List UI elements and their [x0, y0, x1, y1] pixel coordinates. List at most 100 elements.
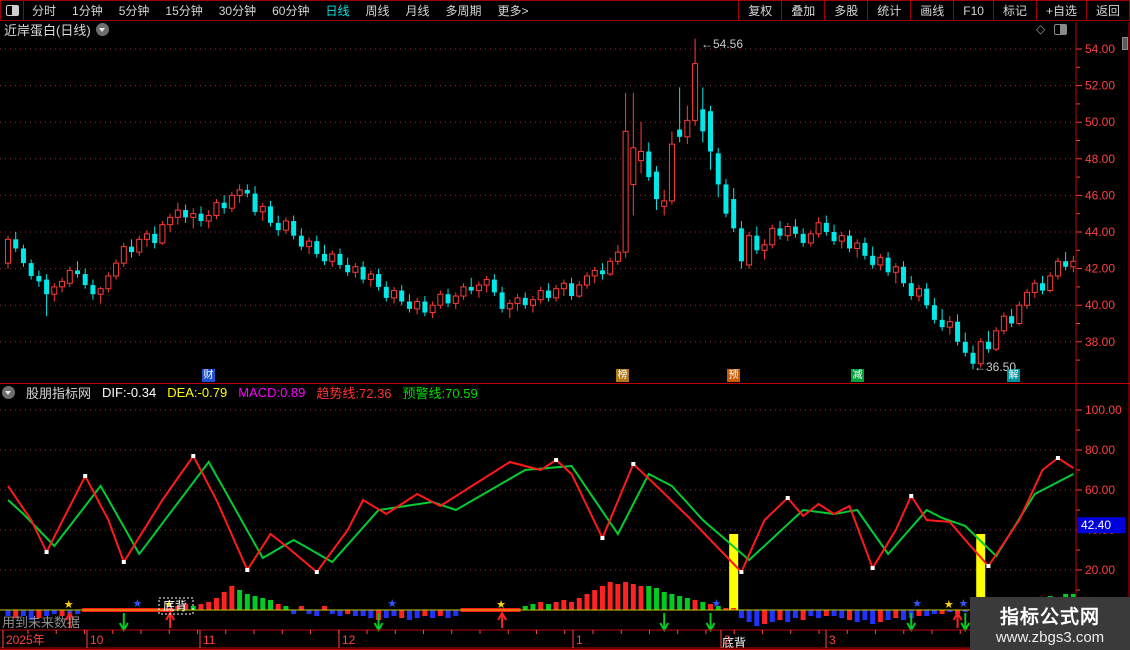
indicator-value: 预警线:70.59	[402, 385, 478, 401]
blue-star-icon: ★	[387, 598, 397, 610]
diamond-icon[interactable]: ◇	[1036, 23, 1045, 36]
yellow-star-icon: ★	[944, 599, 954, 611]
turn-marker	[785, 496, 790, 500]
divergence-label: 底背	[163, 598, 187, 613]
button-统计[interactable]: 统计	[867, 1, 910, 20]
blue-star-icon: ★	[912, 598, 922, 610]
tab-周线[interactable]: 周线	[357, 2, 397, 19]
month-label: 1	[576, 633, 583, 647]
button-画线[interactable]: 画线	[910, 1, 953, 20]
month-label: 2	[724, 633, 731, 647]
blue-star-icon: ★	[133, 598, 143, 610]
chevron-down-icon[interactable]	[95, 23, 109, 36]
watermark-logo: 指标公式网 www.zbgs3.com	[970, 597, 1130, 650]
turn-marker	[631, 462, 636, 466]
up-arrow-icon	[165, 610, 175, 628]
period-tabs: 分时 1分钟 5分钟 15分钟 30分钟 60分钟 日线 周线 月线 多周期 更多>	[24, 1, 537, 20]
event-badge[interactable]: 榜	[616, 369, 629, 382]
down-arrow-icon	[659, 613, 670, 633]
logo-title: 指标公式网	[999, 606, 1100, 628]
tab-日线[interactable]: 日线	[317, 2, 357, 19]
turn-marker	[986, 564, 991, 568]
indicator-value: MACD:0.89	[238, 384, 306, 400]
month-label: 11	[203, 633, 216, 647]
scrollbar-handle[interactable]	[1122, 37, 1128, 50]
button-F10[interactable]: F10	[953, 1, 993, 20]
current-value-text: 42.40	[1081, 518, 1111, 532]
down-arrow-icon	[906, 613, 917, 633]
event-badge[interactable]: 减	[851, 369, 864, 382]
indicator-axis: 20.0040.0060.0080.00100.00	[1076, 403, 1122, 591]
svg-text:42.00: 42.00	[1085, 262, 1115, 276]
indicator-value: 股朋指标网	[26, 385, 92, 401]
toolbar-right-buttons: 复权 叠加 多股 统计 画线 F10 标记 +自选 返回	[738, 1, 1129, 20]
turn-marker	[245, 568, 250, 572]
event-badge[interactable]: 预	[727, 369, 740, 382]
event-badge[interactable]: 解	[1007, 369, 1020, 382]
turn-marker	[191, 454, 196, 458]
down-arrow-icon	[118, 613, 129, 633]
tab-30分钟[interactable]: 30分钟	[211, 2, 264, 19]
down-arrow-icon	[960, 613, 971, 633]
indicator-value: 趋势线:72.36	[316, 385, 392, 401]
tab-更多>[interactable]: 更多>	[490, 2, 537, 19]
svg-text:60.00: 60.00	[1085, 483, 1115, 497]
turn-marker	[909, 494, 914, 498]
indicator-gridlines	[0, 409, 1076, 571]
symbol-title: 近岸蛋白(日线)	[4, 23, 91, 38]
event-badge[interactable]: 财	[202, 369, 215, 382]
indicator-pane[interactable]: ★★★★★★★★★底背底背2025年10111212320.0040.0060.…	[0, 383, 1130, 650]
future-data-warning: 用到未来数据	[2, 615, 81, 630]
down-arrow-icon	[705, 613, 716, 633]
button-叠加[interactable]: 叠加	[781, 1, 824, 20]
turn-marker	[870, 566, 875, 570]
month-label: 3	[829, 633, 836, 647]
turn-marker	[554, 458, 559, 462]
turn-marker	[44, 550, 49, 554]
button-多股[interactable]: 多股	[824, 1, 867, 20]
indicator-value: DIF:-0.34	[102, 384, 157, 400]
tab-月线[interactable]: 月线	[398, 2, 438, 19]
tab-5分钟[interactable]: 5分钟	[111, 2, 158, 19]
button-复权[interactable]: 复权	[738, 1, 781, 20]
svg-text:20.00: 20.00	[1085, 563, 1115, 577]
price-annotation: ←54.56	[701, 37, 743, 51]
title-bar: 近岸蛋白(日线)	[0, 22, 1070, 38]
svg-text:100.00: 100.00	[1085, 403, 1122, 417]
month-label: 2025年	[6, 633, 45, 647]
svg-text:38.00: 38.00	[1085, 335, 1115, 349]
trend-line	[7, 454, 1074, 574]
turn-marker	[314, 570, 319, 574]
blue-star-icon: ★	[959, 598, 969, 610]
svg-text:80.00: 80.00	[1085, 443, 1115, 457]
svg-text:46.00: 46.00	[1085, 188, 1115, 202]
tab-1分钟[interactable]: 1分钟	[64, 2, 111, 19]
yellow-star-icon: ★	[64, 599, 74, 611]
tab-60分钟[interactable]: 60分钟	[264, 2, 317, 19]
logo-url: www.zbgs3.com	[995, 628, 1105, 646]
tab-分时[interactable]: 分时	[24, 2, 64, 19]
button-+自选[interactable]: +自选	[1035, 1, 1086, 20]
indicator-chevron-icon[interactable]	[2, 385, 15, 399]
panel-icon[interactable]	[1054, 24, 1068, 35]
svg-text:48.00: 48.00	[1085, 152, 1115, 166]
tab-15分钟[interactable]: 15分钟	[157, 2, 210, 19]
button-标记[interactable]: 标记	[992, 1, 1036, 20]
toolbar: 分时 1分钟 5分钟 15分钟 30分钟 60分钟 日线 周线 月线 多周期 更多> 复权 叠加 多股统…	[0, 0, 1130, 21]
svg-text:52.00: 52.00	[1085, 79, 1115, 93]
warning-line	[7, 460, 1074, 564]
tab-多周期[interactable]: 多周期	[438, 2, 490, 19]
window-split-icon	[5, 5, 19, 16]
main-candlestick-chart[interactable]: ←54.56←36.5038.0040.0042.0044.0046.0048.…	[0, 22, 1130, 383]
turn-marker	[739, 570, 744, 574]
up-arrow-icon	[952, 610, 963, 628]
svg-text:54.00: 54.00	[1085, 42, 1115, 56]
month-label: 12	[342, 633, 356, 647]
indicator-value: DEA:-0.79	[167, 384, 228, 400]
turn-marker	[83, 474, 88, 478]
month-label: 10	[90, 633, 104, 647]
layout-toggle-icon[interactable]	[1, 1, 24, 20]
svg-text:40.00: 40.00	[1085, 298, 1115, 312]
svg-text:44.00: 44.00	[1085, 225, 1115, 239]
button-返回[interactable]: 返回	[1085, 1, 1129, 20]
